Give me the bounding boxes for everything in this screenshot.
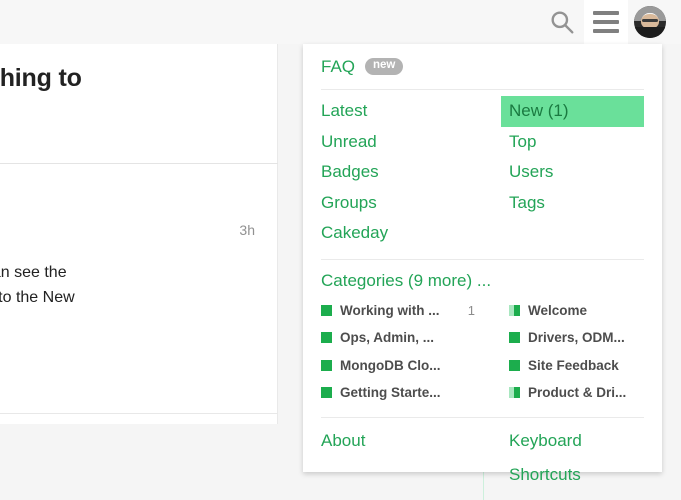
nav-link-badges[interactable]: Badges <box>321 157 501 188</box>
nav-link-unread[interactable]: Unread <box>321 127 501 158</box>
faq-row: FAQ new <box>303 44 662 89</box>
header-actions <box>540 0 672 44</box>
nav-link-tags[interactable]: Tags <box>501 188 644 219</box>
category-color-swatch <box>509 305 520 316</box>
nav-link-empty <box>501 218 644 249</box>
user-avatar-button[interactable] <box>628 0 672 44</box>
category-color-swatch <box>321 387 332 398</box>
avatar <box>634 6 666 38</box>
category-count: 1 <box>468 303 501 318</box>
category-color-swatch <box>509 332 520 343</box>
post-body-line: go and then going again to the New <box>0 285 256 310</box>
post-body-line: previous page where I can see the <box>0 260 256 285</box>
category-item[interactable]: Site Feedback <box>501 352 644 380</box>
nav-link-new[interactable]: New (1) <box>501 96 644 127</box>
nav-link-cakeday[interactable]: Cakeday <box>321 218 501 249</box>
category-color-swatch <box>321 305 332 316</box>
site-header <box>0 0 681 44</box>
category-item[interactable]: Working with ... 1 <box>321 297 501 325</box>
categories-grid: Working with ... 1 Welcome Ops, Admin, .… <box>303 297 662 417</box>
nav-link-top[interactable]: Top <box>501 127 644 158</box>
topic-content-card: st page or switching to 3h previous page… <box>0 44 278 424</box>
keyboard-shortcuts-link[interactable]: Keyboard Shortcuts <box>501 424 644 458</box>
panel-footer: About Keyboard Shortcuts <box>303 418 662 472</box>
category-label: Welcome <box>528 303 587 318</box>
hamburger-menu-button[interactable] <box>584 0 628 44</box>
category-label: Getting Starte... <box>340 385 441 400</box>
title-divider <box>0 163 278 164</box>
category-color-swatch <box>321 332 332 343</box>
category-color-swatch <box>509 360 520 371</box>
app-root: st page or switching to 3h previous page… <box>0 0 681 500</box>
category-label: Working with ... <box>340 303 440 318</box>
post-body-line: ption. isn't it? <box>0 310 256 335</box>
category-item[interactable]: MongoDB Clo... <box>321 352 501 380</box>
post-timestamp: 3h <box>239 222 255 238</box>
category-color-swatch <box>321 360 332 371</box>
category-item[interactable]: Ops, Admin, ... <box>321 324 501 352</box>
category-item[interactable]: Welcome <box>501 297 644 325</box>
nav-links-grid: Latest New (1) Unread Top Badges Users G… <box>303 90 662 259</box>
category-item[interactable]: Drivers, ODM... <box>501 324 644 352</box>
category-label: Product & Dri... <box>528 385 626 400</box>
hamburger-menu-icon <box>593 11 619 33</box>
search-button[interactable] <box>540 0 584 44</box>
content-bottom-divider <box>0 413 278 414</box>
categories-header[interactable]: Categories (9 more) ... <box>303 260 662 297</box>
faq-link[interactable]: FAQ <box>321 57 355 77</box>
new-badge: new <box>365 58 403 75</box>
nav-link-latest[interactable]: Latest <box>321 96 501 127</box>
category-label: Ops, Admin, ... <box>340 330 434 345</box>
nav-link-users[interactable]: Users <box>501 157 644 188</box>
category-label: MongoDB Clo... <box>340 358 440 373</box>
nav-link-groups[interactable]: Groups <box>321 188 501 219</box>
search-icon <box>549 9 575 35</box>
category-color-swatch <box>509 387 520 398</box>
hamburger-dropdown-panel: FAQ new Latest New (1) Unread Top Badges… <box>303 44 662 472</box>
post-body: previous page where I can see the go and… <box>0 260 278 335</box>
about-link[interactable]: About <box>321 424 501 458</box>
category-label: Drivers, ODM... <box>528 330 625 345</box>
category-label: Site Feedback <box>528 358 619 373</box>
category-item[interactable]: Product & Dri... <box>501 379 644 407</box>
page-title: st page or switching to <box>0 64 278 93</box>
category-item[interactable]: Getting Starte... <box>321 379 501 407</box>
